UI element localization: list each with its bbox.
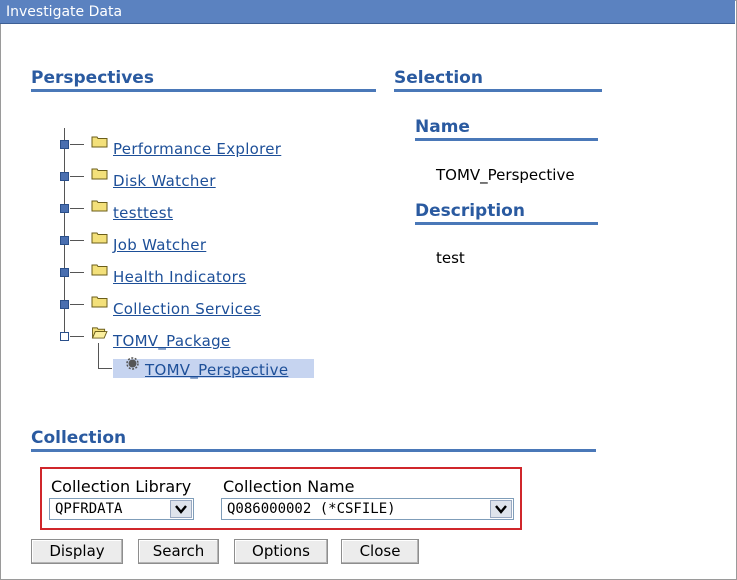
perspectives-heading: Perspectives (31, 68, 376, 92)
folder-icon (91, 264, 108, 276)
tree-branch-line (70, 272, 84, 273)
tree-branch-line (70, 240, 84, 241)
tree-item-health-indicators[interactable]: Health Indicators (113, 268, 246, 286)
selection-heading: Selection (394, 68, 602, 92)
folder-icon (91, 296, 108, 308)
collection-name-value: Q086000002 (*CSFILE) (227, 501, 396, 517)
tree-item-performance-explorer[interactable]: Performance Explorer (113, 140, 281, 158)
tree-branch-line (98, 368, 112, 369)
folder-icon (91, 232, 108, 244)
tree-item-tomv-package[interactable]: TOMV_Package (113, 332, 230, 350)
collapse-toggle-icon[interactable] (60, 204, 69, 213)
tree-branch-line (70, 304, 84, 305)
collapse-toggle-icon[interactable] (60, 300, 69, 309)
chevron-down-icon[interactable] (170, 500, 192, 518)
folder-icon (91, 200, 108, 212)
tree-item-collection-services[interactable]: Collection Services (113, 300, 261, 318)
collection-library-select[interactable]: QPFRDATA (49, 498, 194, 520)
open-folder-icon (91, 327, 108, 339)
tree-branch-line (70, 176, 84, 177)
selection-name-value: TOMV_Perspective (436, 166, 575, 184)
tree-item-job-watcher[interactable]: Job Watcher (113, 236, 206, 254)
collapse-toggle-icon[interactable] (60, 172, 69, 181)
collapse-toggle-icon[interactable] (60, 140, 69, 149)
collapse-toggle-icon[interactable] (60, 268, 69, 277)
tree-item-disk-watcher[interactable]: Disk Watcher (113, 172, 216, 190)
collection-library-value: QPFRDATA (55, 501, 123, 517)
tree-child-line (98, 343, 99, 369)
selection-description-value: test (436, 249, 465, 267)
expand-toggle-icon[interactable] (60, 332, 69, 341)
close-button[interactable]: Close (341, 539, 419, 564)
collection-name-select[interactable]: Q086000002 (*CSFILE) (221, 498, 514, 520)
description-heading: Description (415, 201, 598, 225)
folder-icon (91, 168, 108, 180)
collapse-toggle-icon[interactable] (60, 236, 69, 245)
tree-item-testtest[interactable]: testtest (113, 204, 173, 222)
options-button[interactable]: Options (234, 539, 328, 564)
tree-branch-line (70, 208, 84, 209)
tree-branch-line (70, 144, 84, 145)
window-title: Investigate Data (0, 0, 735, 24)
collection-heading: Collection (31, 428, 596, 452)
search-button[interactable]: Search (138, 539, 219, 564)
tree-item-tomv-perspective[interactable]: TOMV_Perspective (145, 361, 288, 379)
collection-name-label: Collection Name (223, 477, 355, 496)
chevron-down-icon[interactable] (490, 500, 512, 518)
display-button[interactable]: Display (31, 539, 123, 564)
collection-library-label: Collection Library (51, 477, 192, 496)
perspective-gear-icon (126, 357, 139, 370)
folder-icon (91, 136, 108, 148)
tree-branch-line (70, 336, 84, 337)
name-heading: Name (415, 117, 598, 141)
